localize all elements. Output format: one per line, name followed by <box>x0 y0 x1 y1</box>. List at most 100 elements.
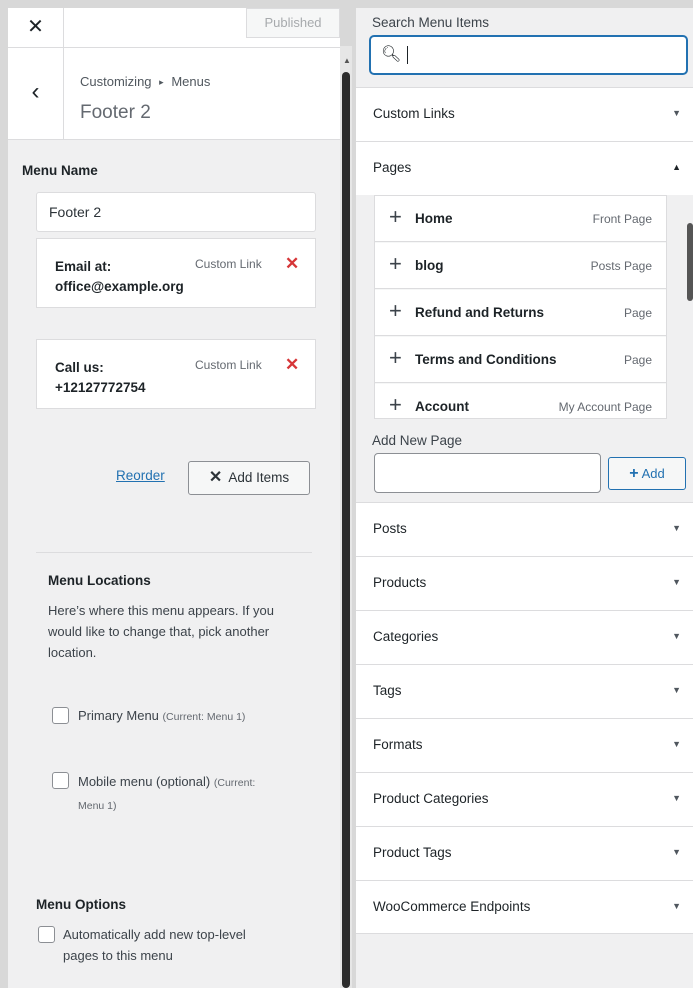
section-label: Product Categories <box>373 791 489 806</box>
mobile-menu-label: Mobile menu (optional) (Current: Menu 1) <box>78 771 318 817</box>
add-new-page-input[interactable] <box>374 453 601 493</box>
section-pages[interactable]: Pages ▲ <box>356 141 693 195</box>
left-scrollbar-thumb[interactable] <box>342 72 350 988</box>
menu-item-title-line1: Call us: <box>55 360 104 375</box>
divider <box>36 552 312 553</box>
menu-name-label: Menu Name <box>22 163 98 178</box>
plus-icon: + <box>389 392 402 417</box>
section-label: Products <box>373 575 427 590</box>
published-button[interactable]: Published <box>246 8 340 38</box>
breadcrumb: Customizing ▸ Menus <box>80 74 210 89</box>
chevron-down-icon: ▼ <box>672 793 681 803</box>
chevron-down-icon: ▼ <box>672 685 681 695</box>
page-type: Page <box>623 353 652 367</box>
page-type: My Account Page <box>558 400 652 414</box>
list-item[interactable]: + Home Front Page <box>375 196 666 242</box>
menu-item-title: Call us: +12127772754 <box>55 358 205 398</box>
section-posts[interactable]: Posts ▼ <box>356 502 693 556</box>
menu-item-call[interactable]: Call us: +12127772754 Custom Link ✕ <box>36 339 316 409</box>
reorder-link[interactable]: Reorder <box>116 468 165 483</box>
list-item[interactable]: + Terms and Conditions Page <box>375 337 666 383</box>
mobile-menu-current: (Current: <box>213 777 256 789</box>
add-button-label: Add <box>641 466 665 481</box>
back-icon[interactable]: ‹ <box>8 48 64 140</box>
primary-menu-text: Primary Menu <box>78 708 159 723</box>
primary-menu-current: (Current: Menu 1) <box>162 711 246 723</box>
search-input[interactable]: 🔍︎ <box>370 36 687 74</box>
primary-menu-checkbox[interactable] <box>52 707 69 724</box>
section-tags[interactable]: Tags ▼ <box>356 664 693 718</box>
list-item[interactable]: + Refund and Returns Page <box>375 290 666 336</box>
page-title-text: Home <box>415 211 453 226</box>
menu-locations-description: Here’s where this menu appears. If you w… <box>48 603 274 660</box>
add-items-label: Add Items <box>228 470 290 485</box>
remove-icon[interactable]: ✕ <box>285 254 299 274</box>
menu-item-email[interactable]: Email at: office@example.org Custom Link… <box>36 238 316 308</box>
pages-list-scrollbar[interactable] <box>687 223 693 301</box>
page-type: Page <box>623 306 652 320</box>
section-products[interactable]: Products ▼ <box>356 556 693 610</box>
section-custom-links[interactable]: Custom Links ▼ <box>356 87 693 141</box>
section-product-tags[interactable]: Product Tags ▼ <box>356 826 693 880</box>
chevron-down-icon: ▼ <box>672 739 681 749</box>
auto-add-line1: Automatically add new top-level <box>63 927 246 942</box>
customizer-panel: ✕ Published ‹ Customizing ▸ Menus Footer… <box>8 8 340 988</box>
section-label: WooCommerce Endpoints <box>373 899 531 914</box>
page-type: Posts Page <box>590 259 652 273</box>
search-label: Search Menu Items <box>372 15 490 30</box>
page-title: Footer 2 <box>80 102 151 123</box>
plus-icon: + <box>389 204 402 229</box>
available-menu-items-panel: Search Menu Items 🔍︎ Custom Links ▼ Page… <box>356 8 693 988</box>
mobile-menu-checkbox[interactable] <box>52 772 69 789</box>
breadcrumb-customizing: Customizing <box>80 74 152 89</box>
chevron-down-icon: ▼ <box>672 901 681 911</box>
add-items-button[interactable]: ✕ Add Items <box>188 461 310 495</box>
chevron-up-icon: ▲ <box>672 162 681 172</box>
section-label: Pages <box>373 160 412 175</box>
add-page-button[interactable]: + Add <box>608 457 686 490</box>
section-label: Posts <box>373 521 407 536</box>
close-icon[interactable]: ✕ <box>8 8 64 48</box>
menu-item-title-line2: +12127772754 <box>55 380 146 395</box>
pages-list: + Home Front Page + blog Posts Page + Re… <box>374 195 667 419</box>
close-icon: ✕ <box>208 469 223 486</box>
chevron-down-icon: ▼ <box>672 577 681 587</box>
search-icon: 🔍︎ <box>381 46 402 63</box>
section-woocommerce-endpoints[interactable]: WooCommerce Endpoints ▼ <box>356 880 693 934</box>
chevron-down-icon: ▼ <box>672 108 681 118</box>
customizer-topbar: ✕ Published <box>8 8 340 48</box>
mobile-menu-text: Mobile menu (optional) <box>78 774 211 789</box>
plus-icon: + <box>389 345 402 370</box>
section-label: Categories <box>373 629 439 644</box>
section-label: Formats <box>373 737 423 752</box>
menu-item-type: Custom Link <box>195 358 262 372</box>
page-title-text: Terms and Conditions <box>415 352 557 367</box>
page-title-text: blog <box>415 258 444 273</box>
page-title-text: Account <box>415 399 469 414</box>
page-type: Front Page <box>592 212 652 226</box>
section-formats[interactable]: Formats ▼ <box>356 718 693 772</box>
text-caret <box>407 46 408 64</box>
menu-options-title: Menu Options <box>36 897 126 912</box>
list-item[interactable]: + blog Posts Page <box>375 243 666 289</box>
menu-locations-title: Menu Locations <box>48 573 151 588</box>
page-title-text: Refund and Returns <box>415 305 545 320</box>
scroll-up-icon[interactable]: ▲ <box>343 56 351 65</box>
chevron-down-icon: ▼ <box>672 523 681 533</box>
list-item[interactable]: + Account My Account Page <box>375 384 666 418</box>
section-categories[interactable]: Categories ▼ <box>356 610 693 664</box>
section-label: Custom Links <box>373 106 455 121</box>
menu-name-input[interactable]: Footer 2 <box>36 192 316 232</box>
menu-item-title: Email at: office@example.org <box>55 257 205 297</box>
menu-item-title-line1: Email at: <box>55 259 112 274</box>
mobile-menu-current-cont: Menu 1) <box>78 800 117 812</box>
auto-add-pages-checkbox[interactable] <box>38 926 55 943</box>
plus-icon: + <box>389 298 402 323</box>
remove-icon[interactable]: ✕ <box>285 355 299 375</box>
breadcrumb-menus: Menus <box>171 74 211 89</box>
section-product-categories[interactable]: Product Categories ▼ <box>356 772 693 826</box>
section-label: Tags <box>373 683 402 698</box>
menu-item-type: Custom Link <box>195 257 262 271</box>
chevron-down-icon: ▼ <box>672 631 681 641</box>
section-label: Product Tags <box>373 845 452 860</box>
